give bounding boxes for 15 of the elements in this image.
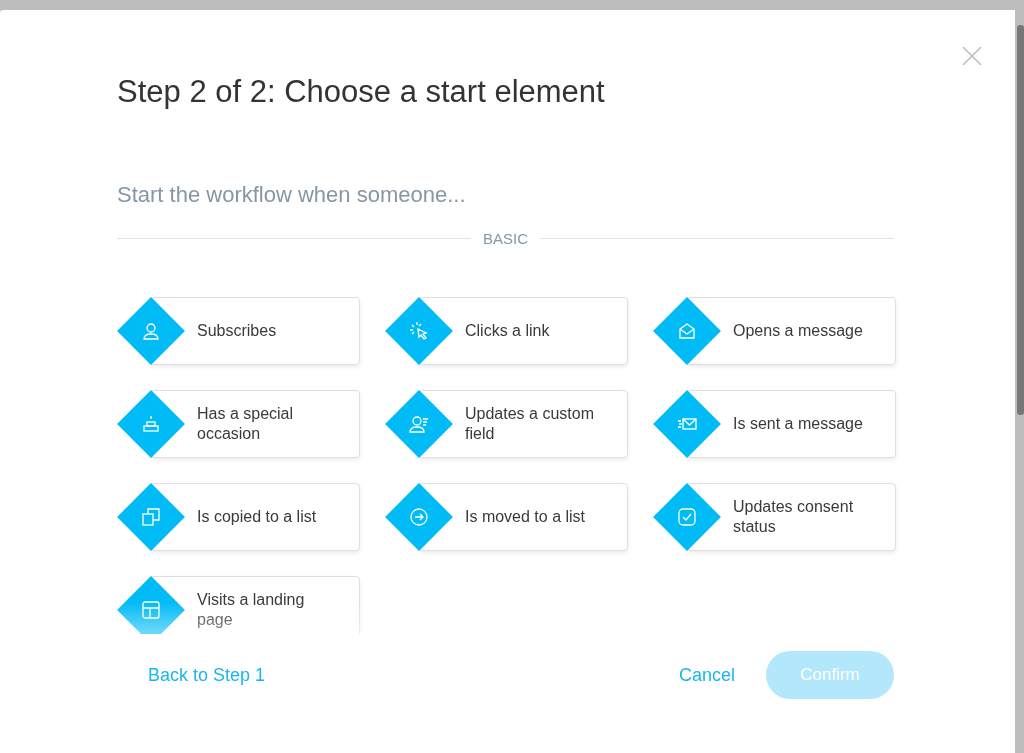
scrollbar[interactable] — [1017, 25, 1024, 415]
option-card[interactable]: Updates a custom field — [418, 390, 628, 458]
option-card[interactable]: Is copied to a list — [150, 483, 360, 551]
option-card[interactable]: Visits a landing page — [150, 576, 360, 634]
subtitle: Start the workflow when someone... — [117, 182, 467, 208]
option-card[interactable]: Is moved to a list — [418, 483, 628, 551]
option-card[interactable]: Clicks a link — [418, 297, 628, 365]
close-icon[interactable] — [962, 46, 982, 66]
option-card[interactable]: Updates consent status — [686, 483, 896, 551]
dialog-title: Step 2 of 2: Choose a start element — [117, 73, 605, 110]
option-card[interactable]: Has a special occasion — [150, 390, 360, 458]
option-card[interactable]: Is sent a message — [686, 390, 896, 458]
option-card[interactable]: Opens a message — [686, 297, 896, 365]
section-label: BASIC — [483, 230, 528, 247]
option-card[interactable]: Subscribes — [150, 297, 360, 365]
